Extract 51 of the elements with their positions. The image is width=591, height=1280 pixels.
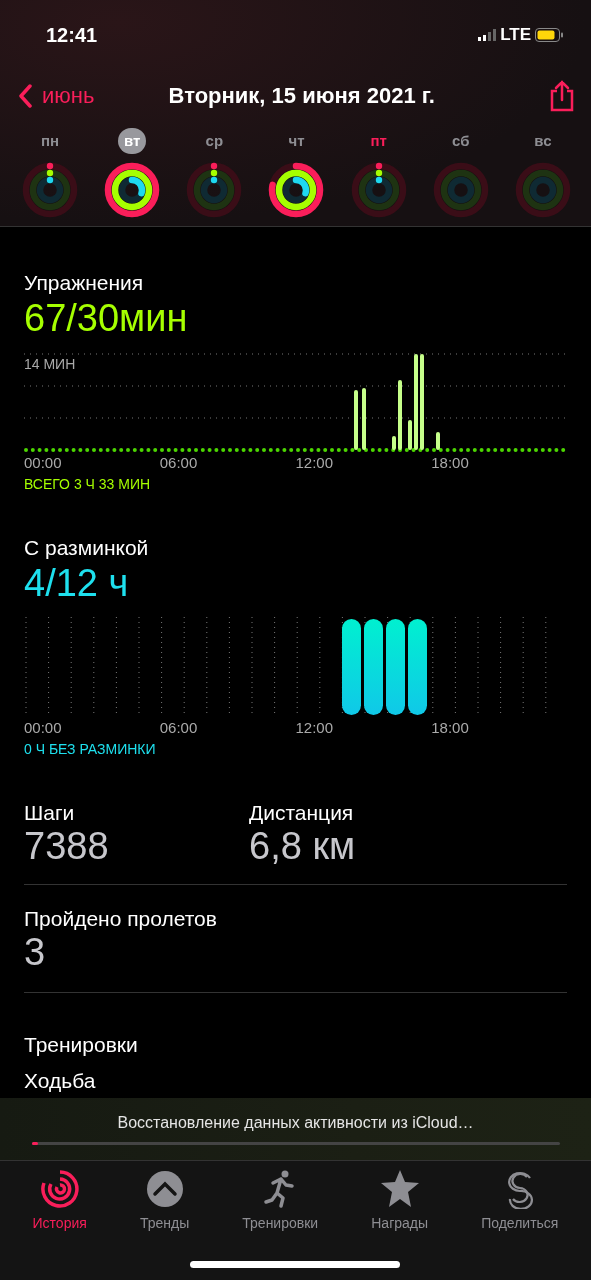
stat-label: Пройдено пролетов [24, 907, 218, 931]
battery-icon [535, 28, 563, 42]
axis-label: 18:00 [431, 719, 470, 737]
status-time: 12:41 [46, 23, 98, 47]
stat-value: 3 [24, 931, 47, 974]
chart-bar [436, 432, 440, 450]
chevron-left-icon [18, 84, 32, 108]
tab-bar-item[interactable]: Тренды [139, 1169, 190, 1231]
network-label: LTE [500, 25, 531, 45]
sync-message: Восстановление данных активности из iCloud… [117, 1113, 474, 1132]
date-title: Вторник, 15 июня 2021 г. [167, 83, 436, 109]
section-title: Упражнения [24, 271, 145, 295]
weekday-tab[interactable]: пн [36, 128, 64, 154]
axis-label: 00:00 [24, 719, 63, 737]
axis-label: 12:00 [295, 454, 335, 472]
axis-label: 12:00 [295, 719, 335, 737]
share-icon[interactable] [549, 80, 575, 112]
stat-label: Дистанция [249, 801, 355, 825]
weekday-tab[interactable]: пт [364, 128, 393, 154]
axis-label: 00:00 [24, 454, 63, 472]
weekday-tab[interactable]: вт [118, 128, 147, 154]
back-link[interactable]: июнь [18, 83, 95, 109]
weekday-tab[interactable]: сб [446, 128, 475, 154]
chart-bar [392, 436, 396, 450]
weekday-tab[interactable]: вс [528, 128, 557, 154]
section-title: С разминкой [24, 536, 150, 560]
stand-value: 4/12 ч [24, 562, 130, 605]
stat-value: 7388 [24, 825, 110, 868]
weekday-tab[interactable]: ср [200, 128, 229, 154]
rings-icon [38, 1169, 81, 1209]
tab-bar-item[interactable]: Награды [371, 1169, 429, 1231]
exercise-total: ВСЕГО 3 Ч 33 МИН [24, 476, 152, 492]
chart-bar [354, 390, 358, 450]
tab-bar-item[interactable]: Тренировки [242, 1169, 319, 1231]
tab-bar-item[interactable]: История [32, 1169, 87, 1231]
chart-bar [362, 388, 366, 450]
stat-value: 6,8 км [249, 825, 357, 868]
axis-label: 06:00 [159, 719, 199, 737]
workout-item[interactable]: Ходьба [24, 1069, 567, 1093]
weekday-tab[interactable]: чт [282, 128, 311, 154]
exercise-value: 67/30мин [24, 297, 189, 340]
tab-bar-item[interactable]: Поделиться [481, 1169, 559, 1231]
chart-bar [408, 420, 412, 450]
section-title: Тренировки [24, 1033, 139, 1057]
axis-label: 18:00 [431, 454, 470, 472]
stat-label: Шаги [24, 801, 76, 825]
chart-bar [398, 380, 402, 450]
axis-label: 14 МИН [24, 356, 76, 372]
stand-total: 0 Ч БЕЗ РАЗМИНКИ [24, 741, 157, 757]
signal-icon [478, 29, 497, 41]
axis-label: 06:00 [159, 454, 199, 472]
